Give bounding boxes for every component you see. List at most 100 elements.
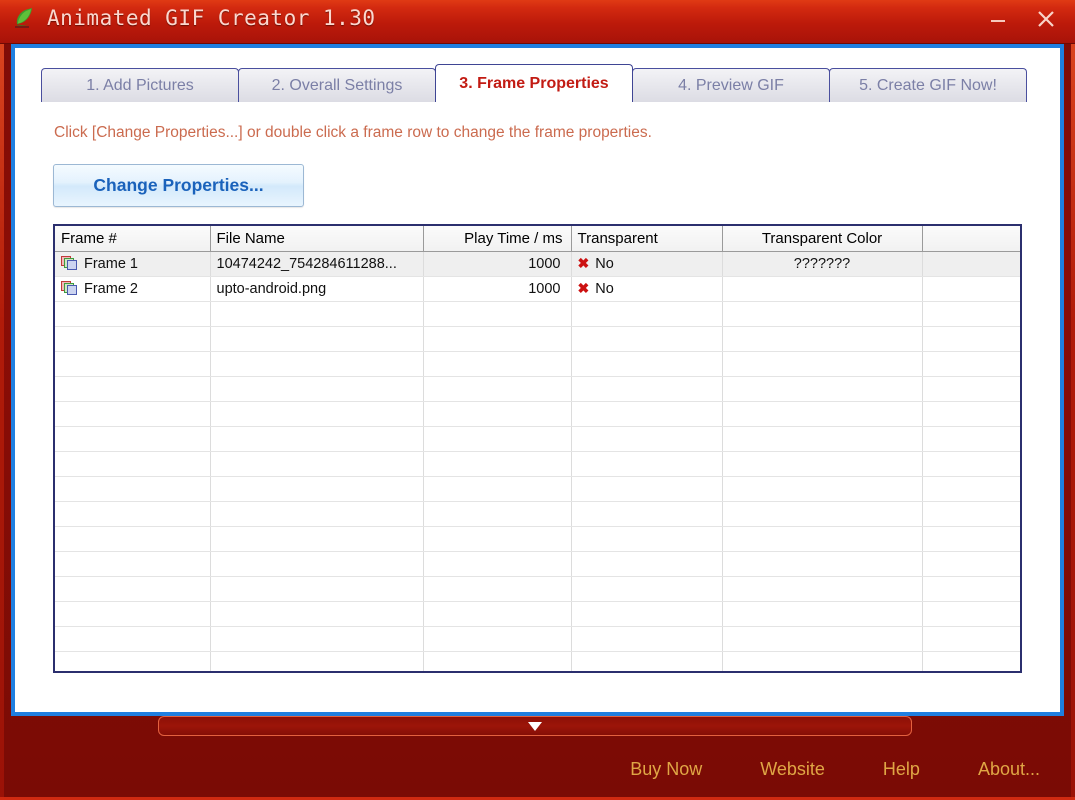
tab-create-gif-now[interactable]: 5. Create GIF Now! — [829, 68, 1027, 102]
cell-empty — [722, 526, 923, 552]
cell-empty — [423, 426, 572, 452]
cell-empty — [571, 376, 723, 402]
button-row: Change Properties... — [53, 164, 1034, 207]
table-row-empty[interactable] — [55, 401, 1020, 427]
frames-stack-icon — [61, 281, 78, 296]
cell-empty — [722, 576, 923, 602]
cell-empty — [55, 576, 211, 602]
cell-empty — [423, 451, 572, 477]
table-row-empty[interactable] — [55, 476, 1020, 502]
hint-text: Click [Change Properties...] or double c… — [54, 124, 652, 141]
table-row-empty[interactable] — [55, 601, 1020, 627]
window-controls — [987, 8, 1057, 30]
cell-empty — [55, 601, 211, 627]
cell-empty — [423, 601, 572, 627]
table-row[interactable]: Frame 2 upto-android.png 1000 ✖ No — [55, 276, 1020, 302]
tab-label: 4. Preview GIF — [678, 76, 784, 94]
tab-frame-properties[interactable]: 3. Frame Properties — [435, 64, 633, 104]
table-row-empty[interactable] — [55, 451, 1020, 477]
cell-empty — [55, 501, 211, 527]
footer-link-buy-now[interactable]: Buy Now — [630, 759, 702, 780]
frame-label: Frame 2 — [84, 280, 138, 297]
tab-add-pictures[interactable]: 1. Add Pictures — [41, 68, 239, 102]
frames-stack-icon — [61, 256, 78, 271]
cell-empty — [210, 526, 424, 552]
client-frame: 1. Add Pictures 2. Overall Settings 3. F… — [11, 44, 1064, 716]
cell-empty — [55, 526, 211, 552]
cell-empty — [922, 376, 1020, 402]
tab-label: 5. Create GIF Now! — [859, 76, 997, 94]
change-properties-button[interactable]: Change Properties... — [53, 164, 304, 207]
cell-empty — [922, 526, 1020, 552]
cell-empty — [722, 376, 923, 402]
table-row-empty[interactable] — [55, 326, 1020, 352]
cell-transparent-color: ??????? — [722, 251, 923, 277]
cell-empty — [922, 351, 1020, 377]
table-row-empty[interactable] — [55, 426, 1020, 452]
column-header-file-name[interactable]: File Name — [210, 226, 424, 252]
cell-empty — [571, 601, 723, 627]
frames-table-container[interactable]: Frame # File Name Play Time / ms Transpa… — [53, 224, 1022, 673]
table-row-empty[interactable] — [55, 626, 1020, 652]
cell-empty — [55, 476, 211, 502]
cell-spare — [922, 251, 1020, 277]
cross-icon: ✖ — [577, 255, 590, 271]
tab-label: 3. Frame Properties — [459, 74, 609, 92]
table-row-empty[interactable] — [55, 351, 1020, 377]
cell-empty — [722, 301, 923, 327]
cell-empty — [922, 501, 1020, 527]
cell-empty — [722, 451, 923, 477]
cell-empty — [571, 326, 723, 352]
footer-link-help[interactable]: Help — [883, 759, 920, 780]
close-button[interactable] — [1035, 8, 1057, 30]
cell-empty — [210, 501, 424, 527]
cell-empty — [722, 326, 923, 352]
frames-table: Frame # File Name Play Time / ms Transpa… — [55, 226, 1020, 671]
cell-empty — [922, 601, 1020, 627]
table-row-empty[interactable] — [55, 301, 1020, 327]
frame-properties-panel: Click [Change Properties...] or double c… — [41, 124, 1034, 673]
cell-file-name: 10474242_754284611288... — [210, 251, 424, 277]
application-window: Animated GIF Creator 1.30 1. Add Picture… — [0, 0, 1075, 800]
cell-empty — [922, 551, 1020, 577]
cell-empty — [571, 576, 723, 602]
cell-empty — [55, 551, 211, 577]
table-row-empty[interactable] — [55, 576, 1020, 602]
column-header-frame[interactable]: Frame # — [55, 226, 211, 252]
minimize-button[interactable] — [987, 8, 1009, 30]
cell-empty — [922, 451, 1020, 477]
table-row-empty[interactable] — [55, 651, 1020, 671]
table-row-empty[interactable] — [55, 526, 1020, 552]
cell-empty — [210, 351, 424, 377]
title-bar: Animated GIF Creator 1.30 — [0, 0, 1075, 44]
column-header-play-time[interactable]: Play Time / ms — [423, 226, 572, 252]
table-row-empty[interactable] — [55, 501, 1020, 527]
cell-empty — [423, 576, 572, 602]
tab-overall-settings[interactable]: 2. Overall Settings — [238, 68, 436, 102]
cell-empty — [423, 376, 572, 402]
table-row-empty[interactable] — [55, 551, 1020, 577]
table-row-empty[interactable] — [55, 376, 1020, 402]
collapse-panel-button[interactable] — [158, 716, 912, 736]
cell-empty — [423, 526, 572, 552]
table-body: Frame 1 10474242_754284611288... 1000 ✖ No??… — [55, 251, 1020, 671]
cell-file-name: upto-android.png — [210, 276, 424, 302]
cell-empty — [571, 451, 723, 477]
footer-link-website[interactable]: Website — [760, 759, 825, 780]
column-header-transparent-color[interactable]: Transparent Color — [722, 226, 923, 252]
window-title: Animated GIF Creator 1.30 — [47, 6, 376, 30]
footer-link-about[interactable]: About... — [978, 759, 1040, 780]
table-row[interactable]: Frame 1 10474242_754284611288... 1000 ✖ No??… — [55, 251, 1020, 277]
cell-empty — [55, 626, 211, 652]
tab-preview-gif[interactable]: 4. Preview GIF — [632, 68, 830, 102]
column-header-transparent[interactable]: Transparent — [571, 226, 723, 252]
cell-empty — [55, 376, 211, 402]
column-header-spare[interactable] — [922, 226, 1020, 252]
cell-empty — [922, 426, 1020, 452]
transparent-value: No — [595, 255, 614, 272]
cell-empty — [571, 501, 723, 527]
cell-empty — [722, 551, 923, 577]
cell-empty — [922, 476, 1020, 502]
cross-icon: ✖ — [577, 280, 590, 296]
cell-empty — [210, 326, 424, 352]
